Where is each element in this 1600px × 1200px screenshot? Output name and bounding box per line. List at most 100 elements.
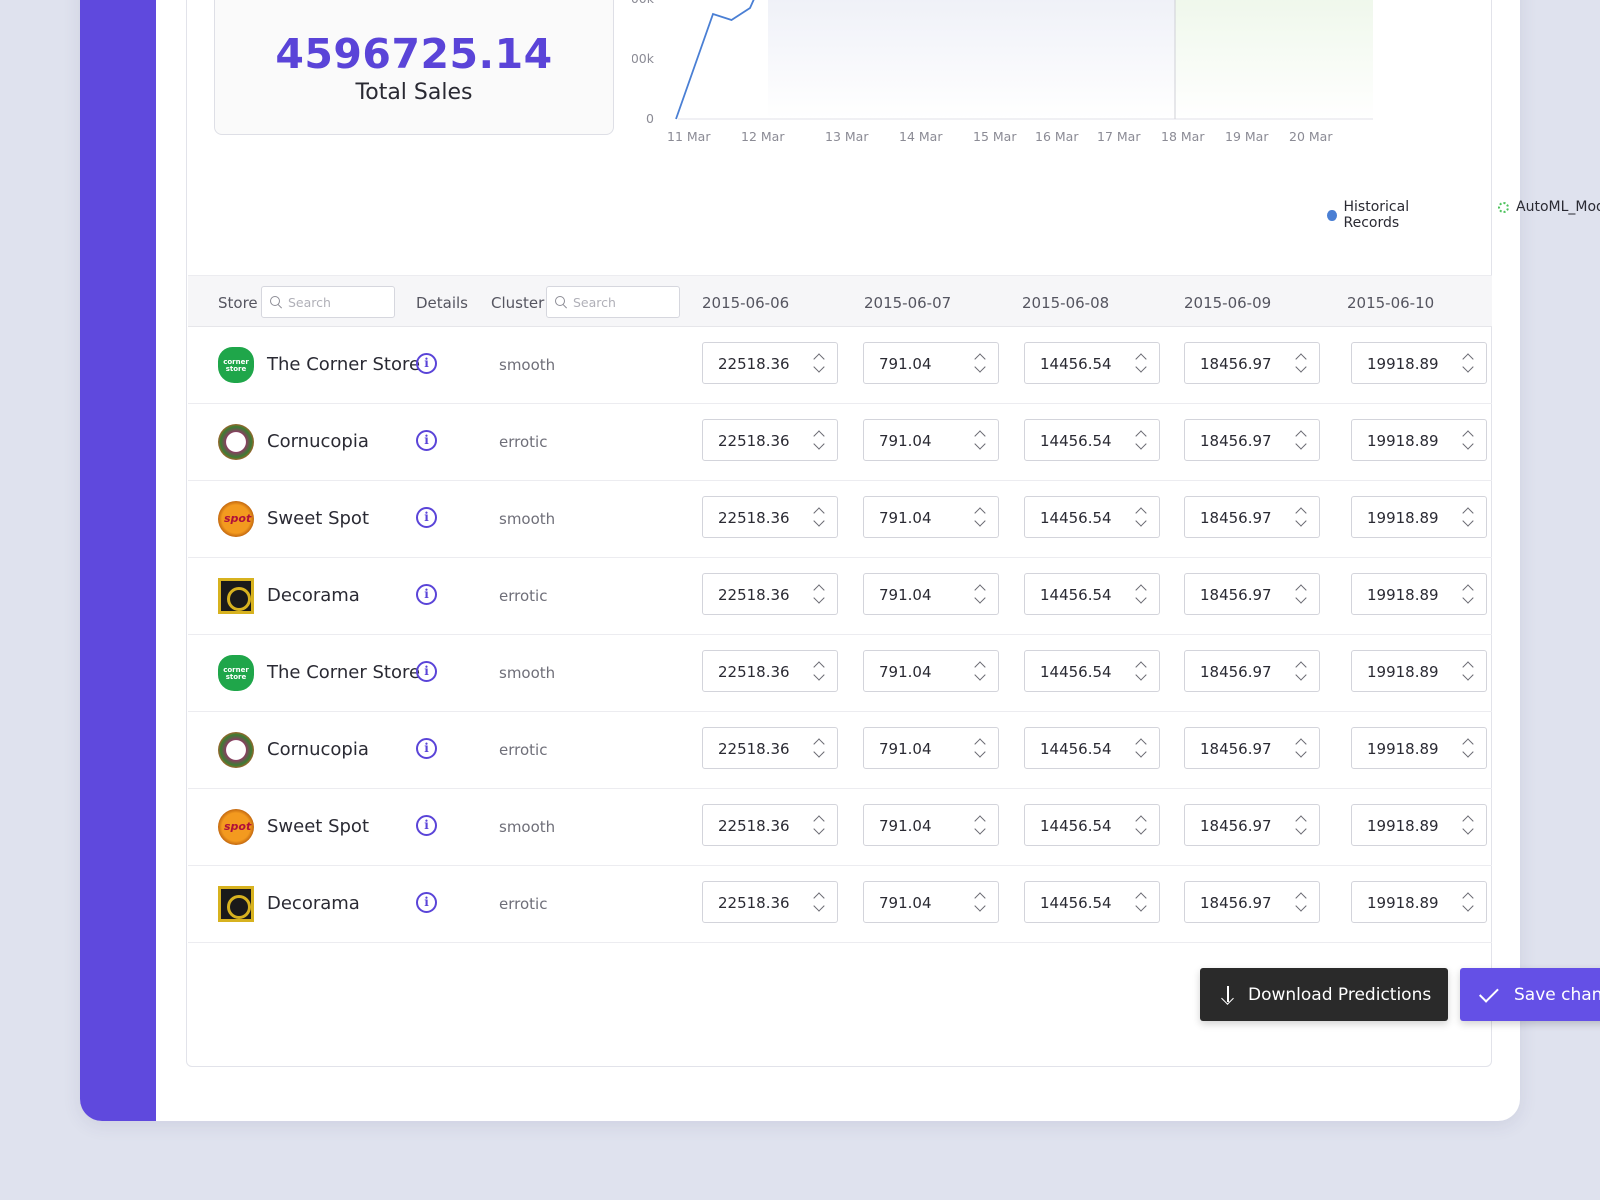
prediction-stepper[interactable]: 14456.54 bbox=[1024, 650, 1160, 692]
prediction-value[interactable]: 22518.36 bbox=[718, 740, 790, 758]
chevron-down-icon[interactable] bbox=[1295, 515, 1307, 527]
chevron-down-icon[interactable] bbox=[974, 515, 986, 527]
prediction-value[interactable]: 18456.97 bbox=[1200, 663, 1272, 681]
prediction-stepper[interactable]: 791.04 bbox=[863, 881, 999, 923]
prediction-stepper[interactable]: 19918.89 bbox=[1351, 727, 1487, 769]
chevron-down-icon[interactable] bbox=[974, 823, 986, 835]
prediction-value[interactable]: 18456.97 bbox=[1200, 586, 1272, 604]
chevron-down-icon[interactable] bbox=[1462, 823, 1474, 835]
prediction-value[interactable]: 791.04 bbox=[879, 894, 932, 912]
chevron-down-icon[interactable] bbox=[1295, 900, 1307, 912]
prediction-stepper[interactable]: 18456.97 bbox=[1184, 342, 1320, 384]
prediction-stepper[interactable]: 791.04 bbox=[863, 496, 999, 538]
chevron-down-icon[interactable] bbox=[813, 669, 825, 681]
legend-historical[interactable]: Historical Records bbox=[1327, 199, 1452, 231]
header-date[interactable]: 2015-06-08 bbox=[1022, 294, 1109, 312]
prediction-value[interactable]: 14456.54 bbox=[1040, 586, 1112, 604]
prediction-value[interactable]: 22518.36 bbox=[718, 817, 790, 835]
save-changes-button[interactable]: Save changes bbox=[1460, 968, 1600, 1021]
prediction-value[interactable]: 22518.36 bbox=[718, 432, 790, 450]
prediction-value[interactable]: 19918.89 bbox=[1367, 509, 1439, 527]
header-date[interactable]: 2015-06-10 bbox=[1347, 294, 1434, 312]
chevron-down-icon[interactable] bbox=[1462, 669, 1474, 681]
info-icon[interactable]: i bbox=[416, 815, 437, 836]
prediction-value[interactable]: 18456.97 bbox=[1200, 509, 1272, 527]
prediction-stepper[interactable]: 18456.97 bbox=[1184, 419, 1320, 461]
info-icon[interactable]: i bbox=[416, 584, 437, 605]
prediction-stepper[interactable]: 791.04 bbox=[863, 727, 999, 769]
prediction-value[interactable]: 791.04 bbox=[879, 663, 932, 681]
prediction-value[interactable]: 14456.54 bbox=[1040, 740, 1112, 758]
prediction-value[interactable]: 22518.36 bbox=[718, 509, 790, 527]
chevron-down-icon[interactable] bbox=[1462, 515, 1474, 527]
prediction-stepper[interactable]: 791.04 bbox=[863, 804, 999, 846]
prediction-stepper[interactable]: 19918.89 bbox=[1351, 573, 1487, 615]
prediction-value[interactable]: 22518.36 bbox=[718, 355, 790, 373]
prediction-stepper[interactable]: 22518.36 bbox=[702, 419, 838, 461]
legend-model[interactable]: AutoML_Model_9 bbox=[1498, 199, 1600, 215]
chevron-down-icon[interactable] bbox=[1462, 361, 1474, 373]
info-icon[interactable]: i bbox=[416, 892, 437, 913]
prediction-value[interactable]: 14456.54 bbox=[1040, 894, 1112, 912]
chevron-down-icon[interactable] bbox=[974, 438, 986, 450]
prediction-stepper[interactable]: 14456.54 bbox=[1024, 881, 1160, 923]
chevron-down-icon[interactable] bbox=[1462, 746, 1474, 758]
chevron-down-icon[interactable] bbox=[974, 669, 986, 681]
prediction-stepper[interactable]: 22518.36 bbox=[702, 650, 838, 692]
prediction-stepper[interactable]: 19918.89 bbox=[1351, 881, 1487, 923]
chevron-down-icon[interactable] bbox=[813, 823, 825, 835]
chevron-down-icon[interactable] bbox=[1462, 900, 1474, 912]
prediction-value[interactable]: 22518.36 bbox=[718, 663, 790, 681]
chevron-down-icon[interactable] bbox=[1135, 823, 1147, 835]
chevron-down-icon[interactable] bbox=[974, 900, 986, 912]
prediction-value[interactable]: 791.04 bbox=[879, 355, 932, 373]
prediction-value[interactable]: 14456.54 bbox=[1040, 663, 1112, 681]
prediction-value[interactable]: 19918.89 bbox=[1367, 586, 1439, 604]
prediction-stepper[interactable]: 22518.36 bbox=[702, 804, 838, 846]
chevron-down-icon[interactable] bbox=[1135, 592, 1147, 604]
prediction-value[interactable]: 14456.54 bbox=[1040, 355, 1112, 373]
chevron-down-icon[interactable] bbox=[813, 438, 825, 450]
header-date[interactable]: 2015-06-09 bbox=[1184, 294, 1271, 312]
chevron-down-icon[interactable] bbox=[1295, 438, 1307, 450]
chevron-down-icon[interactable] bbox=[974, 361, 986, 373]
prediction-value[interactable]: 19918.89 bbox=[1367, 663, 1439, 681]
prediction-value[interactable]: 19918.89 bbox=[1367, 432, 1439, 450]
prediction-stepper[interactable]: 18456.97 bbox=[1184, 496, 1320, 538]
prediction-stepper[interactable]: 19918.89 bbox=[1351, 496, 1487, 538]
prediction-value[interactable]: 14456.54 bbox=[1040, 509, 1112, 527]
prediction-stepper[interactable]: 18456.97 bbox=[1184, 727, 1320, 769]
prediction-stepper[interactable]: 22518.36 bbox=[702, 496, 838, 538]
chevron-down-icon[interactable] bbox=[1135, 900, 1147, 912]
prediction-value[interactable]: 19918.89 bbox=[1367, 817, 1439, 835]
prediction-stepper[interactable]: 19918.89 bbox=[1351, 342, 1487, 384]
prediction-value[interactable]: 18456.97 bbox=[1200, 817, 1272, 835]
info-icon[interactable]: i bbox=[416, 353, 437, 374]
info-icon[interactable]: i bbox=[416, 661, 437, 682]
prediction-value[interactable]: 18456.97 bbox=[1200, 355, 1272, 373]
prediction-stepper[interactable]: 19918.89 bbox=[1351, 650, 1487, 692]
prediction-value[interactable]: 791.04 bbox=[879, 432, 932, 450]
prediction-stepper[interactable]: 22518.36 bbox=[702, 727, 838, 769]
info-icon[interactable]: i bbox=[416, 738, 437, 759]
prediction-value[interactable]: 19918.89 bbox=[1367, 355, 1439, 373]
prediction-value[interactable]: 18456.97 bbox=[1200, 740, 1272, 758]
chevron-down-icon[interactable] bbox=[1135, 438, 1147, 450]
prediction-value[interactable]: 18456.97 bbox=[1200, 432, 1272, 450]
chevron-down-icon[interactable] bbox=[813, 592, 825, 604]
header-date[interactable]: 2015-06-07 bbox=[864, 294, 951, 312]
prediction-value[interactable]: 22518.36 bbox=[718, 586, 790, 604]
prediction-stepper[interactable]: 791.04 bbox=[863, 419, 999, 461]
cluster-search-input[interactable]: Search bbox=[546, 286, 680, 318]
prediction-value[interactable]: 18456.97 bbox=[1200, 894, 1272, 912]
prediction-stepper[interactable]: 22518.36 bbox=[702, 342, 838, 384]
chevron-down-icon[interactable] bbox=[1135, 669, 1147, 681]
prediction-value[interactable]: 14456.54 bbox=[1040, 817, 1112, 835]
prediction-value[interactable]: 791.04 bbox=[879, 509, 932, 527]
prediction-stepper[interactable]: 791.04 bbox=[863, 342, 999, 384]
prediction-stepper[interactable]: 22518.36 bbox=[702, 573, 838, 615]
chevron-down-icon[interactable] bbox=[1295, 361, 1307, 373]
prediction-value[interactable]: 14456.54 bbox=[1040, 432, 1112, 450]
prediction-value[interactable]: 22518.36 bbox=[718, 894, 790, 912]
prediction-stepper[interactable]: 791.04 bbox=[863, 573, 999, 615]
